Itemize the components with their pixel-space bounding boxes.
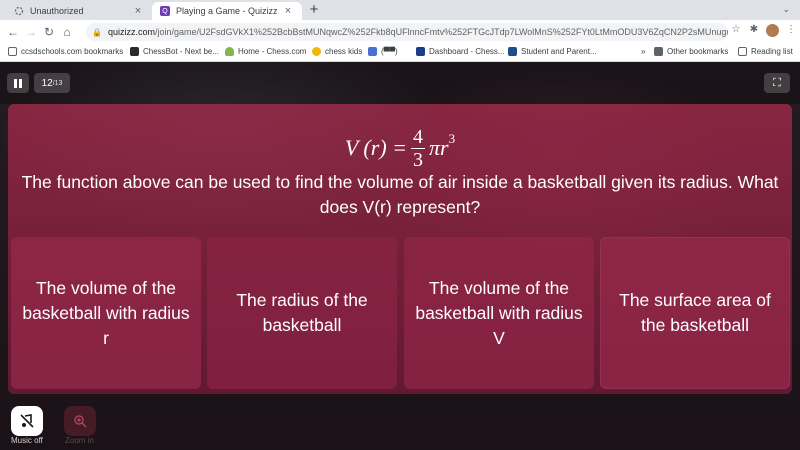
sis-favicon-icon	[508, 47, 517, 56]
bookmark-reading-list[interactable]: Reading list	[738, 47, 793, 56]
zoom-in-icon	[74, 415, 87, 428]
loading-icon	[14, 6, 24, 16]
folder-icon	[8, 47, 17, 56]
star-icon[interactable]: ☆	[727, 24, 745, 37]
tab-unauthorized[interactable]: Unauthorized ×	[6, 2, 152, 20]
lock-icon: 🔒	[92, 27, 102, 37]
browser-toolbar: ← → ↻ ⌂ 🔒 quizizz.com /join/game/U2FsdGV…	[0, 20, 800, 44]
bookmark-list[interactable]: (▀▀)	[368, 47, 398, 56]
chessbot-favicon-icon	[130, 47, 139, 56]
bookmark-student-parent[interactable]: Student and Parent...	[508, 47, 597, 56]
list-icon	[368, 47, 377, 56]
pause-button[interactable]	[7, 73, 29, 93]
dashboard-favicon-icon	[416, 47, 425, 56]
quizizz-favicon-icon: Q	[160, 6, 170, 16]
quiz-area: 12/13 ⛶ V (r) = 4 3 πr 3 The function ab…	[0, 62, 800, 450]
pause-icon	[14, 78, 17, 88]
answer-option-3[interactable]: The volume of the basketball with radius…	[404, 237, 594, 389]
formula-lhs: V (r) =	[344, 135, 407, 160]
reading-list-icon	[738, 47, 747, 56]
question-text: The function above can be used to find t…	[21, 172, 779, 217]
question-formula: V (r) = 4 3 πr 3	[0, 120, 800, 176]
music-toggle-button[interactable]	[11, 406, 43, 436]
bookmark-chessbot[interactable]: ChessBot - Next be...	[130, 47, 219, 56]
formula-fraction: 4 3	[411, 125, 425, 171]
music-label: Music off	[11, 436, 43, 445]
bookmarks-overflow-button[interactable]: »	[641, 47, 645, 56]
chess-kids-favicon-icon	[312, 47, 321, 56]
reload-icon[interactable]: ↻	[40, 25, 58, 39]
question-counter: 12/13	[34, 73, 70, 93]
avatar[interactable]	[766, 24, 779, 37]
close-icon[interactable]: ×	[132, 5, 144, 17]
back-icon[interactable]: ←	[4, 25, 22, 39]
answer-option-2[interactable]: The radius of the basketball	[207, 237, 397, 389]
close-icon[interactable]: ×	[282, 5, 294, 17]
music-off-icon	[20, 414, 34, 428]
pawn-icon	[225, 47, 234, 56]
zoom-label: Zoom in	[65, 436, 94, 445]
bookmark-chess-com[interactable]: Home - Chess.com	[225, 47, 306, 56]
bookmark-other[interactable]: Other bookmarks	[654, 47, 728, 56]
new-tab-button[interactable]: +	[306, 2, 322, 18]
quiz-top-bar: 12/13 ⛶	[0, 62, 800, 104]
tab-playing-game[interactable]: Q Playing a Game - Quizizz ×	[152, 2, 302, 20]
glasses-icon: (▀▀)	[381, 47, 398, 56]
bookmark-dashboard[interactable]: Dashboard - Chess...	[416, 47, 505, 56]
formula-rhs: πr	[429, 135, 449, 160]
menu-icon[interactable]: ⋮	[782, 24, 800, 37]
tab-title: Unauthorized	[30, 6, 84, 16]
tab-strip: Unauthorized × Q Playing a Game - Quiziz…	[0, 0, 800, 20]
answer-option-1[interactable]: The volume of the basketball with radius…	[11, 237, 201, 389]
fullscreen-button[interactable]: ⛶	[764, 73, 790, 93]
answer-option-4[interactable]: The surface area of the basketball	[600, 237, 790, 389]
fullscreen-icon: ⛶	[773, 76, 781, 89]
address-bar[interactable]: 🔒 quizizz.com /join/game/U2FsdGVkX1%252B…	[86, 23, 728, 41]
bookmark-chess-kids[interactable]: chess kids	[312, 47, 362, 56]
home-icon[interactable]: ⌂	[58, 25, 76, 39]
formula-exponent: 3	[448, 131, 456, 146]
bookmarks-bar: ccsdschools.com bookmarks ChessBot - Nex…	[0, 44, 800, 62]
url-path: /join/game/U2FsdGVkX1%252BcbBstMUNqwcZ%2…	[154, 27, 728, 37]
forward-icon[interactable]: →	[22, 25, 40, 39]
folder-icon	[654, 47, 663, 56]
extensions-icon[interactable]: ✱	[745, 24, 763, 37]
bookmark-ccsdschools[interactable]: ccsdschools.com bookmarks	[8, 47, 123, 56]
tab-title: Playing a Game - Quizizz	[176, 6, 278, 16]
tab-search-icon[interactable]: ⌄	[782, 4, 790, 15]
url-host: quizizz.com	[107, 27, 155, 37]
zoom-in-button[interactable]	[64, 406, 96, 436]
